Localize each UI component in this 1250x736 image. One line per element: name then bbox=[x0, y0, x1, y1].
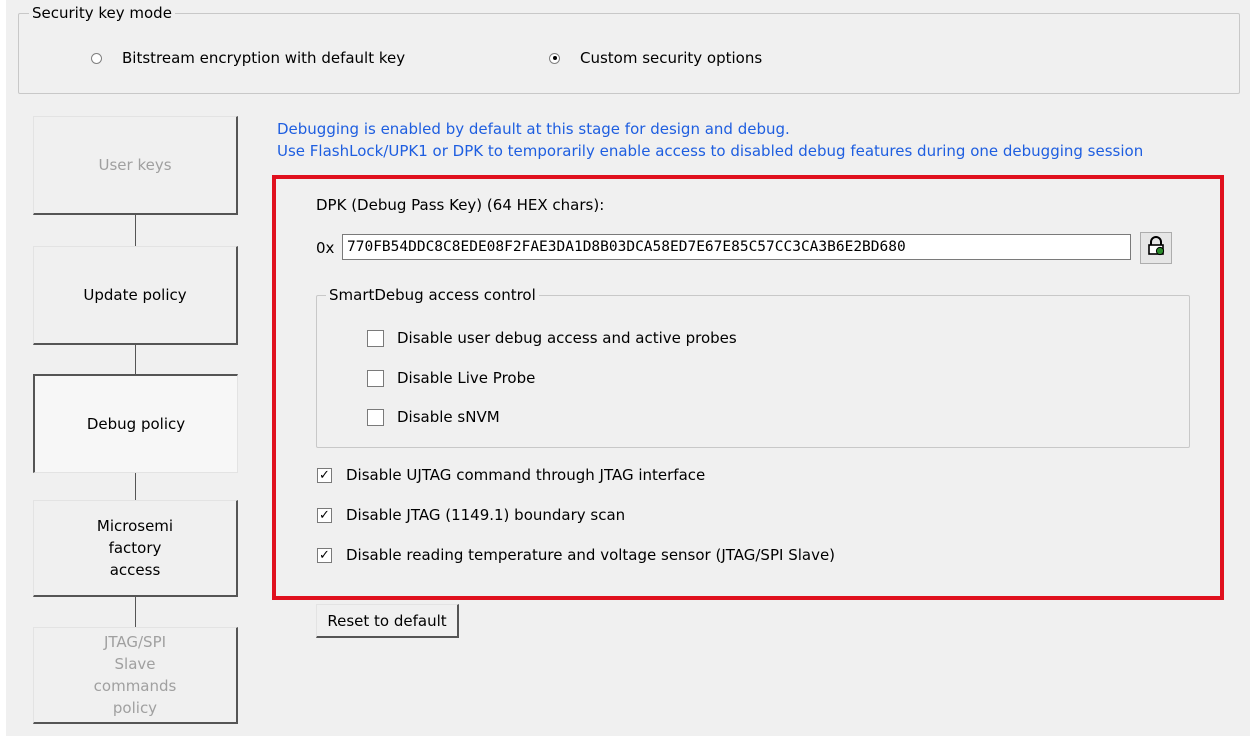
security-key-mode-legend: Security key mode bbox=[29, 5, 175, 21]
chk-disable-live-probe[interactable] bbox=[367, 369, 384, 387]
dpk-label: DPK (Debug Pass Key) (64 HEX chars): bbox=[316, 196, 605, 214]
chk-disable-boundary-scan[interactable]: ✓ bbox=[317, 507, 332, 523]
chk-disable-user-debug[interactable] bbox=[367, 329, 384, 347]
lock-icon bbox=[1146, 236, 1166, 260]
chk-disable-ujtag-label: Disable UJTAG command through JTAG inter… bbox=[346, 466, 706, 484]
nav-connector bbox=[135, 597, 136, 627]
chk-disable-boundary-scan-row[interactable]: ✓ Disable JTAG (1149.1) boundary scan bbox=[317, 505, 625, 525]
reset-to-default-button[interactable]: Reset to default bbox=[316, 604, 459, 638]
nav-debug-policy-label: Debug policy bbox=[86, 415, 186, 433]
dpk-input[interactable]: 770FB54DDC8C8EDE08F2FAE3DA1D8B03DCA58ED7… bbox=[342, 234, 1131, 260]
nav-microsemi-factory-access[interactable]: Microsemi factory access bbox=[33, 500, 238, 597]
radio-default-key[interactable]: Bitstream encryption with default key bbox=[91, 48, 405, 68]
dpk-prefix: 0x bbox=[316, 239, 335, 257]
chk-disable-snvm-row[interactable]: Disable sNVM bbox=[367, 407, 500, 427]
radio-default-key-label: Bitstream encryption with default key bbox=[122, 49, 406, 67]
reset-to-default-label: Reset to default bbox=[327, 611, 447, 630]
chk-disable-temp-voltage[interactable]: ✓ bbox=[317, 547, 332, 563]
nav-connector bbox=[135, 215, 136, 246]
nav-user-keys-label: User keys bbox=[98, 156, 172, 174]
radio-default-key-indicator[interactable] bbox=[91, 52, 102, 64]
radio-custom-options-label: Custom security options bbox=[580, 49, 763, 67]
chk-disable-temp-voltage-row[interactable]: ✓ Disable reading temperature and voltag… bbox=[317, 545, 835, 565]
nav-connector bbox=[135, 345, 136, 374]
nav-update-policy[interactable]: Update policy bbox=[33, 246, 238, 345]
chk-disable-snvm-label: Disable sNVM bbox=[397, 408, 500, 426]
dpk-lock-button[interactable] bbox=[1140, 232, 1172, 264]
nav-connector bbox=[135, 473, 136, 500]
chk-disable-ujtag[interactable]: ✓ bbox=[317, 467, 332, 483]
chk-disable-user-debug-label: Disable user debug access and active pro… bbox=[397, 329, 737, 347]
nav-jtag-spi-slave-policy-label: JTAG/SPI Slave commands policy bbox=[93, 633, 177, 717]
info-line-2: Use FlashLock/UPK1 or DPK to temporarily… bbox=[277, 142, 1144, 160]
nav-debug-policy[interactable]: Debug policy bbox=[33, 374, 238, 473]
chk-disable-live-probe-label: Disable Live Probe bbox=[397, 369, 536, 387]
chk-disable-live-probe-row[interactable]: Disable Live Probe bbox=[367, 368, 535, 388]
smartdebug-legend: SmartDebug access control bbox=[326, 287, 539, 303]
chk-disable-ujtag-row[interactable]: ✓ Disable UJTAG command through JTAG int… bbox=[317, 465, 705, 485]
nav-update-policy-label: Update policy bbox=[83, 286, 187, 304]
chk-disable-snvm[interactable] bbox=[367, 408, 384, 426]
nav-jtag-spi-slave-policy[interactable]: JTAG/SPI Slave commands policy bbox=[33, 627, 238, 724]
radio-custom-options[interactable]: Custom security options bbox=[549, 48, 762, 68]
chk-disable-boundary-scan-label: Disable JTAG (1149.1) boundary scan bbox=[346, 506, 626, 524]
chk-disable-temp-voltage-label: Disable reading temperature and voltage … bbox=[346, 546, 836, 564]
chk-disable-user-debug-row[interactable]: Disable user debug access and active pro… bbox=[367, 328, 737, 348]
info-line-1: Debugging is enabled by default at this … bbox=[277, 120, 790, 138]
nav-microsemi-factory-access-label: Microsemi factory access bbox=[96, 517, 174, 579]
radio-custom-options-indicator[interactable] bbox=[549, 52, 560, 64]
nav-user-keys[interactable]: User keys bbox=[33, 116, 238, 215]
